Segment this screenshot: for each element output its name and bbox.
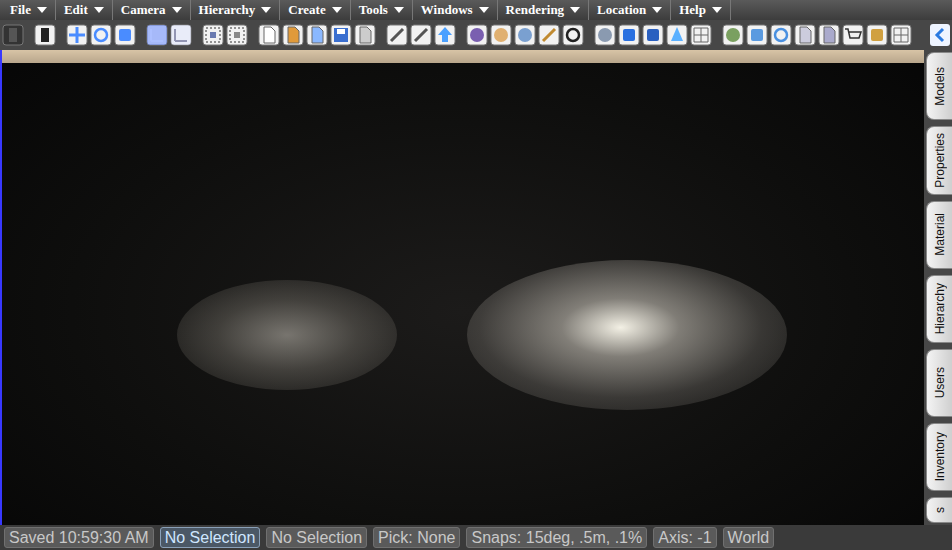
menu-item[interactable]: File	[2, 0, 56, 20]
menu-label: Camera	[121, 0, 166, 20]
side-tab-label: Properties	[931, 133, 949, 188]
menu-item[interactable]: Location	[589, 0, 671, 20]
side-tab[interactable]: s	[926, 497, 952, 523]
dropdown-caret-icon	[94, 7, 104, 13]
menu-label: Rendering	[506, 0, 565, 20]
select2-tool-icon[interactable]	[226, 24, 248, 46]
open-tool-icon[interactable]	[282, 24, 304, 46]
status-field: Snaps: 15deg, .5m, .1%	[466, 527, 647, 548]
scale-tool-icon[interactable]	[114, 24, 136, 46]
cube-tool-icon[interactable]	[618, 24, 640, 46]
avatar-tool-icon[interactable]	[722, 24, 744, 46]
axis-tool-icon[interactable]	[146, 24, 168, 46]
side-tab[interactable]: Material	[926, 201, 952, 269]
wrench-tool-icon[interactable]	[538, 24, 560, 46]
side-tab[interactable]: Properties	[926, 126, 952, 195]
dropdown-caret-icon	[479, 7, 489, 13]
menu-label: Tools	[359, 0, 388, 20]
menu-item[interactable]: Edit	[56, 0, 113, 20]
status-field: Axis: -1	[653, 527, 716, 548]
cart-tool-icon[interactable]	[842, 24, 864, 46]
menu-item[interactable]: Create	[280, 0, 350, 20]
info-tool-icon[interactable]	[818, 24, 840, 46]
script-tool-icon[interactable]	[514, 24, 536, 46]
cone-tool-icon[interactable]	[666, 24, 688, 46]
boxes-tool-icon[interactable]	[866, 24, 888, 46]
dropdown-caret-icon	[394, 7, 404, 13]
tree-tool-icon[interactable]	[890, 24, 912, 46]
menu-label: Hierarchy	[199, 0, 256, 20]
cylinder-tool-icon[interactable]	[642, 24, 664, 46]
menu-label: Help	[679, 0, 706, 20]
hat-tool-icon[interactable]	[466, 24, 488, 46]
dropdown-caret-icon	[261, 7, 271, 13]
side-tab[interactable]: Users	[926, 349, 952, 417]
main-area: Models Properties Material Hierarchy Users In…	[0, 50, 952, 525]
window-tool-icon[interactable]	[794, 24, 816, 46]
link-tool-icon[interactable]	[386, 24, 408, 46]
side-tab-label: s	[931, 507, 949, 513]
side-tab-label: Hierarchy	[931, 283, 949, 334]
menu-label: Location	[597, 0, 646, 20]
horizon	[2, 50, 924, 63]
menu-item[interactable]: Help	[671, 0, 731, 20]
menu-item[interactable]: Camera	[113, 0, 191, 20]
status-bar: Saved 10:59:30 AM No SelectionNo Selectio…	[0, 525, 952, 550]
side-tab[interactable]: Inventory	[926, 423, 952, 491]
side-tab-label: Inventory	[931, 432, 949, 481]
axis2-tool-icon[interactable]	[170, 24, 192, 46]
menu-item[interactable]: Tools	[351, 0, 413, 20]
save-tool-icon[interactable]	[330, 24, 352, 46]
menu-label: Edit	[64, 0, 88, 20]
select-tool-icon[interactable]	[202, 24, 224, 46]
menu-item[interactable]: Hierarchy	[191, 0, 281, 20]
up-tool-icon[interactable]	[434, 24, 456, 46]
menu-label: Create	[288, 0, 325, 20]
status-field: World	[723, 527, 775, 548]
status-field: No Selection	[266, 527, 367, 548]
plane-tool-icon[interactable]	[690, 24, 712, 46]
dropdown-caret-icon	[652, 7, 662, 13]
side-tab-strip: Models Properties Material Hierarchy Users In…	[924, 50, 952, 525]
dropdown-caret-icon	[37, 7, 47, 13]
status-field: Pick: None	[373, 527, 460, 548]
target-tool-icon[interactable]	[562, 24, 584, 46]
status-field: Saved 10:59:30 AM	[4, 527, 154, 548]
spotlight-left	[177, 280, 397, 390]
status-field: No Selection	[160, 527, 261, 548]
exit-tool-icon[interactable]	[34, 24, 56, 46]
globe-tool-icon[interactable]	[770, 24, 792, 46]
spotlight-right	[467, 260, 787, 410]
menu-label: Windows	[421, 0, 473, 20]
side-tab[interactable]: Hierarchy	[926, 275, 952, 343]
dropdown-caret-icon	[332, 7, 342, 13]
dropdown-caret-icon	[570, 7, 580, 13]
move-tool-icon[interactable]	[66, 24, 88, 46]
editor-window: File Edit Camera Hierarchy Create Tools Window…	[0, 0, 952, 550]
toolbar	[0, 20, 952, 50]
side-tab[interactable]: Models	[926, 52, 952, 120]
copy-tool-icon[interactable]	[306, 24, 328, 46]
side-tab-label: Users	[931, 367, 949, 398]
delete-tool-icon[interactable]	[354, 24, 376, 46]
new-tool-icon[interactable]	[258, 24, 280, 46]
side-tab-label: Material	[931, 213, 949, 256]
dropdown-caret-icon	[712, 7, 722, 13]
sphere-tool-icon[interactable]	[594, 24, 616, 46]
menu-item[interactable]: Rendering	[498, 0, 590, 20]
menu-bar: File Edit Camera Hierarchy Create Tools Window…	[0, 0, 952, 20]
dropdown-caret-icon	[172, 7, 182, 13]
unlink-tool-icon[interactable]	[410, 24, 432, 46]
rotate-tool-icon[interactable]	[90, 24, 112, 46]
side-tab-label: Models	[931, 67, 949, 106]
menu-item[interactable]: Windows	[413, 0, 498, 20]
exit-tool-icon[interactable]	[2, 24, 24, 46]
user-tool-icon[interactable]	[490, 24, 512, 46]
chat-tool-icon[interactable]	[746, 24, 768, 46]
collapse-chevron-icon[interactable]	[930, 24, 950, 46]
menu-label: File	[10, 0, 31, 20]
3d-viewport[interactable]	[0, 50, 924, 525]
